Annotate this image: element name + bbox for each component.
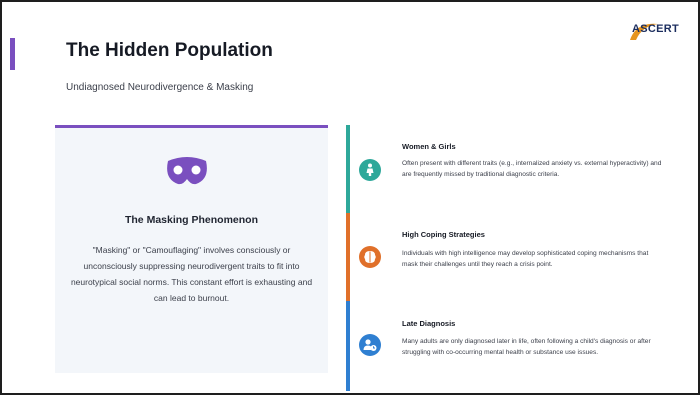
masking-card-body: "Masking" or "Camouflaging" involves con… xyxy=(70,245,313,303)
slide: The Hidden Population Undiagnosed Neurod… xyxy=(0,0,700,395)
timeline-segment-women xyxy=(346,125,350,213)
item-body-late: Many adults are only diagnosed later in … xyxy=(402,338,651,356)
item-title-late: Late Diagnosis xyxy=(402,319,456,328)
timeline-segment-coping xyxy=(346,213,350,301)
page-subtitle: Undiagnosed Neurodivergence & Masking xyxy=(66,82,254,93)
timeline-segment-late xyxy=(346,301,350,391)
item-body-women: Often present with different traits (e.g… xyxy=(402,160,662,178)
masking-card: The Masking Phenomenon "Masking" or "Cam… xyxy=(55,125,328,373)
page-title: The Hidden Population xyxy=(66,40,273,61)
item-body-coping: Individuals with high intelligence may d… xyxy=(402,250,649,268)
title-accent-bar xyxy=(10,38,15,70)
theater-mask-icon xyxy=(167,157,207,185)
female-icon xyxy=(359,159,381,181)
masking-card-title: The Masking Phenomenon xyxy=(124,214,258,226)
item-title-women: Women & Girls xyxy=(402,142,456,151)
item-title-coping: High Coping Strategies xyxy=(402,230,485,239)
brain-icon xyxy=(359,246,381,268)
user-clock-icon xyxy=(359,334,381,356)
ascert-logo: ASCERT xyxy=(624,18,694,48)
logo-text: ASCERT xyxy=(632,23,680,35)
